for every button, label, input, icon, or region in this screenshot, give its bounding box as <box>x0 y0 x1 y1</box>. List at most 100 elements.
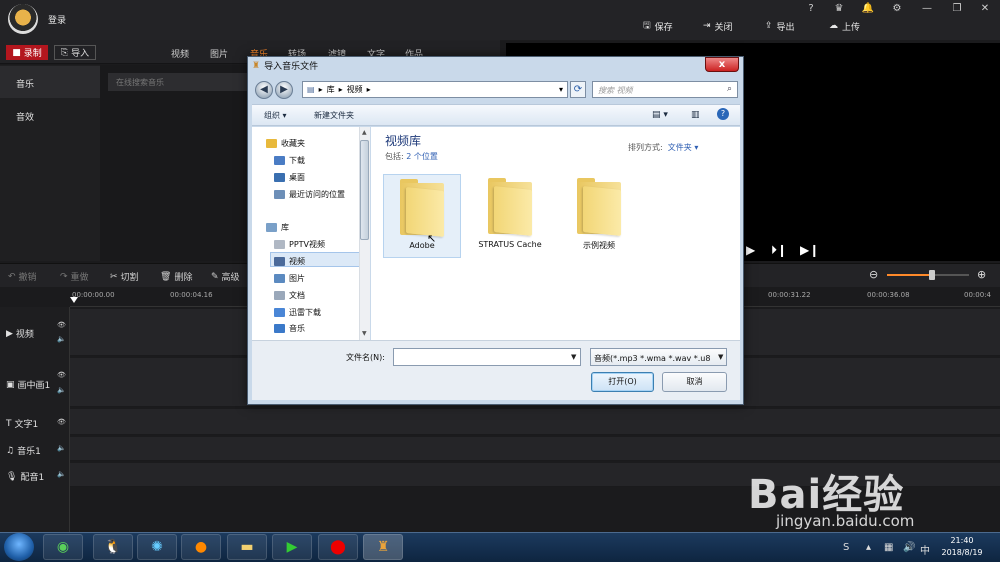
step-forward-icon[interactable]: ⏵❙ <box>771 243 787 258</box>
scroll-down-icon[interactable]: ▼ <box>362 330 367 337</box>
import-button[interactable]: ⎘ 导入 <box>54 45 96 60</box>
save-button[interactable]: 🖫 保存 <box>643 20 673 33</box>
system-clock[interactable]: 21:40 2018/8/19 <box>932 535 992 559</box>
scroll-up-icon[interactable]: ▲ <box>362 129 367 136</box>
breadcrumb-video[interactable]: 视频 <box>347 84 363 95</box>
refresh-button[interactable]: ⟳ <box>570 81 586 98</box>
cut-button[interactable]: ✂ 切割 <box>110 270 139 284</box>
folder-item[interactable]: Adobe <box>383 174 461 258</box>
export-button[interactable]: ⇪ 导出 <box>765 20 795 33</box>
arrange-by-dropdown[interactable]: 文件夹 ▾ <box>668 143 699 152</box>
dialog-search-input[interactable]: 搜索 视频 <box>592 81 738 98</box>
upload-icon: ☁ <box>829 21 838 31</box>
tree-item-documents[interactable]: 文档 <box>274 290 305 301</box>
view-options-icon[interactable]: ▤ ▾ <box>652 110 668 120</box>
tree-item-pictures[interactable]: 图片 <box>274 273 305 284</box>
tree-item-desktop[interactable]: 桌面 <box>274 172 305 183</box>
folder-item[interactable]: STRATUS Cache <box>471 174 549 258</box>
track-music[interactable] <box>70 437 1000 461</box>
folder-item[interactable]: 示例视频 <box>560 174 638 258</box>
music-search-input[interactable]: 在线搜索音乐 <box>108 73 258 91</box>
avatar[interactable] <box>8 4 38 34</box>
address-dropdown-icon[interactable]: ▾ <box>559 85 563 94</box>
tree-item-recent[interactable]: 最近访问的位置 <box>274 189 345 200</box>
speaker-icon[interactable]: 🔈 <box>57 386 66 394</box>
taskbar-app-editor[interactable]: ♜ <box>363 534 403 560</box>
speaker-icon[interactable]: 🔈 <box>57 444 66 452</box>
tab-image[interactable]: 图片 <box>210 47 228 60</box>
vip-icon[interactable]: ♛ <box>832 3 846 14</box>
zoom-in-icon[interactable]: ⊕ <box>977 268 986 281</box>
upload-button[interactable]: ☁ 上传 <box>829 20 860 33</box>
close-project-button[interactable]: ⇥ 关闭 <box>703 20 733 33</box>
settings-icon[interactable]: ⚙ <box>890 3 904 14</box>
pen-icon: ✎ <box>211 271 219 282</box>
search-icon[interactable]: ⌕ <box>727 84 732 94</box>
help-icon[interactable]: ? <box>717 108 729 120</box>
nav-item-sfx[interactable]: 音效 <box>16 110 34 123</box>
nav-item-music[interactable]: 音乐 <box>16 77 34 90</box>
track-text[interactable] <box>70 409 1000 435</box>
zoom-slider-handle[interactable] <box>929 270 936 280</box>
forward-button[interactable]: ▶ <box>275 81 293 99</box>
breadcrumb-library[interactable]: 库 <box>327 84 335 95</box>
ime-icon[interactable]: S <box>843 542 849 553</box>
record-button[interactable]: ■ 录制 <box>6 45 48 60</box>
open-button[interactable]: 打开(O) <box>591 372 654 392</box>
notification-icon[interactable]: 🔔 <box>861 3 875 14</box>
preview-pane-icon[interactable]: ▥ <box>691 110 700 120</box>
eye-icon[interactable]: 👁 <box>57 418 66 426</box>
tree-scrollbar-thumb[interactable] <box>360 140 369 240</box>
filetype-dropdown-icon[interactable]: ▼ <box>718 353 723 361</box>
filetype-select[interactable]: 音频(*.mp3 *.wma *.wav *.u8 <box>590 348 727 366</box>
tray-arrow-icon[interactable]: ▴ <box>866 542 871 553</box>
cancel-button[interactable]: 取消 <box>662 372 727 392</box>
taskbar-app-recorder[interactable]: ⬤ <box>318 534 358 560</box>
taskbar-app-media[interactable]: ✺ <box>137 534 177 560</box>
login-link[interactable]: 登录 <box>48 13 66 26</box>
back-button[interactable]: ◀ <box>255 81 273 99</box>
redo-icon: ↷ <box>60 271 68 282</box>
help-icon[interactable]: ? <box>804 3 818 14</box>
tree-item-favorites[interactable]: 收藏夹 <box>266 138 305 149</box>
volume-icon[interactable]: 🔊 <box>903 542 915 553</box>
speaker-icon[interactable]: 🔈 <box>57 335 66 343</box>
minimize-icon[interactable]: — <box>920 3 934 14</box>
zoom-slider-fill <box>887 274 933 276</box>
tree-item-videos[interactable]: 视频 <box>274 256 305 267</box>
eye-icon[interactable]: 👁 <box>57 371 66 379</box>
tree-item-libraries[interactable]: 库 <box>266 222 289 233</box>
taskbar-app-explorer[interactable]: ▬ <box>227 534 267 560</box>
lang-icon[interactable]: 中 <box>920 542 930 557</box>
address-bar[interactable]: ▤ ▸ 库 ▸ 视频 ▸ ▾ <box>302 81 568 98</box>
skip-end-icon[interactable]: ▶❙ <box>800 243 819 257</box>
advanced-button[interactable]: ✎ 高级 <box>211 270 240 284</box>
taskbar-app-firefox[interactable]: ● <box>181 534 221 560</box>
undo-button[interactable]: ↶ 撤销 <box>8 270 37 284</box>
zoom-out-icon[interactable]: ⊖ <box>869 268 878 281</box>
playhead[interactable] <box>70 297 78 303</box>
taskbar-app-browser[interactable]: ◉ <box>43 534 83 560</box>
speaker-icon[interactable]: 🔈 <box>57 470 66 478</box>
start-button[interactable] <box>4 533 34 561</box>
network-icon[interactable]: ▦ <box>884 542 893 553</box>
library-locations-link[interactable]: 2 个位置 <box>406 152 438 161</box>
delete-button[interactable]: 🗑 删除 <box>160 270 192 284</box>
tree-item-thunder[interactable]: 迅雷下载 <box>274 307 321 318</box>
organize-button[interactable]: 组织 ▾ <box>264 110 287 121</box>
play-icon[interactable]: ▶ <box>746 243 755 257</box>
filename-input[interactable] <box>393 348 581 366</box>
tab-video[interactable]: 视频 <box>171 47 189 60</box>
tree-item-downloads[interactable]: 下载 <box>274 155 305 166</box>
filename-dropdown-icon[interactable]: ▼ <box>571 353 576 361</box>
redo-button[interactable]: ↷ 重做 <box>60 270 89 284</box>
window-close-icon[interactable]: ✕ <box>978 3 992 14</box>
eye-icon[interactable]: 👁 <box>57 321 66 329</box>
taskbar-app-qq[interactable]: 🐧 <box>93 534 133 560</box>
tree-item-pptv[interactable]: PPTV视频 <box>274 239 325 250</box>
dialog-close-button[interactable]: x <box>705 57 739 72</box>
maximize-icon[interactable]: ❐ <box>950 3 964 14</box>
taskbar-app-player[interactable]: ▶ <box>272 534 312 560</box>
tree-item-music[interactable]: 音乐 <box>274 323 305 334</box>
new-folder-button[interactable]: 新建文件夹 <box>314 110 354 121</box>
